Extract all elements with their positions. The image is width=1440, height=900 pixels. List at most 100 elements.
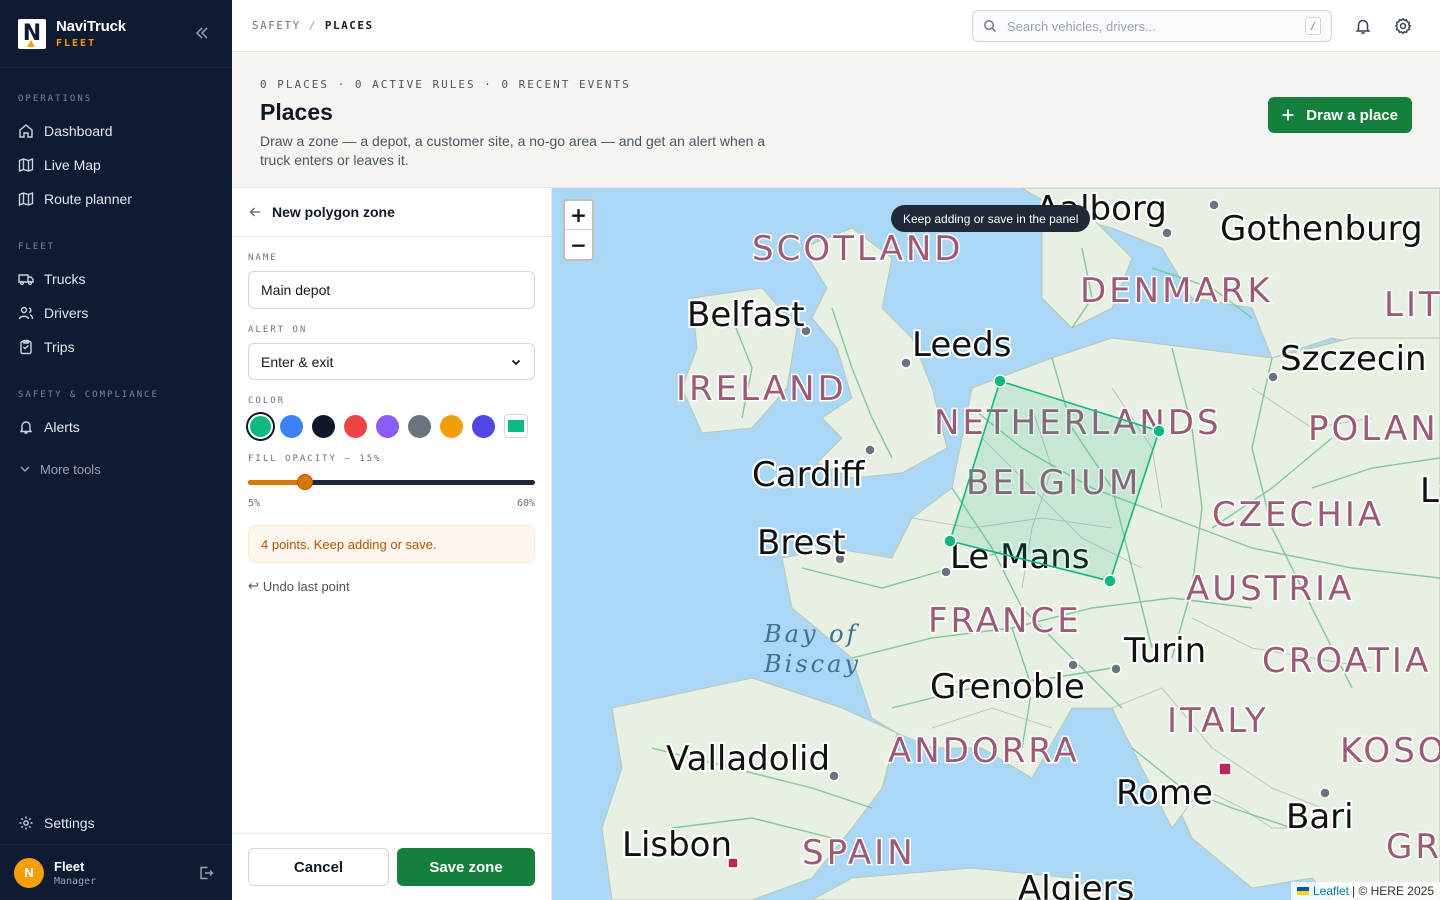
breadcrumb: SAFETY / PLACES	[252, 19, 374, 32]
country-label: DENMARK	[1080, 271, 1273, 311]
color-swatch-3[interactable]	[312, 414, 335, 438]
sidebar-item-drivers[interactable]: Drivers	[0, 296, 232, 330]
slider-handle[interactable]	[297, 474, 314, 490]
polygon-vertex[interactable]	[943, 534, 957, 548]
arrow-left-icon[interactable]	[248, 205, 262, 219]
polygon-vertex[interactable]	[1152, 424, 1166, 438]
search-input[interactable]	[1007, 18, 1305, 34]
country-label: CZECHIA	[1212, 495, 1384, 535]
color-swatch-4[interactable]	[344, 414, 367, 438]
color-swatch-8[interactable]	[472, 414, 495, 438]
save-zone-button[interactable]: Save zone	[397, 848, 535, 886]
gear-icon[interactable]	[1394, 17, 1412, 35]
user-card[interactable]: N Fleet Manager	[0, 844, 232, 900]
city-label: Grenoble	[930, 667, 1085, 707]
city-label: Belfast	[687, 295, 805, 335]
sidebar-item-trucks[interactable]: Trucks	[0, 262, 232, 296]
sidebar-item-trips[interactable]: Trips	[0, 330, 232, 364]
alert-on-value: Enter & exit	[261, 353, 334, 370]
clipboard-icon	[20, 339, 32, 355]
undo-label: Undo last point	[262, 579, 350, 594]
brand-sub: FLEET	[56, 38, 97, 49]
sidebar-item-label: Settings	[44, 815, 95, 831]
map-tooltip: Keep adding or save in the panel	[891, 205, 1091, 232]
undo-icon: ↩	[248, 579, 259, 594]
city-label: Turin	[1123, 631, 1206, 671]
city-label: Bari	[1286, 797, 1354, 837]
panel-footer: Cancel Save zone	[232, 833, 551, 900]
map-canvas[interactable]: SCOTLAND DENMARK LIT IRELAND NETHERLANDS…	[552, 188, 1440, 900]
polygon-vertex[interactable]	[1103, 574, 1117, 588]
zoom-control: + −	[563, 199, 594, 261]
zoom-out-button[interactable]: −	[565, 230, 592, 259]
city-label: Algiers	[1018, 869, 1134, 900]
country-label: IRELAND	[676, 369, 847, 409]
city-label: Gothenburg	[1220, 209, 1423, 249]
color-swatch-6[interactable]	[408, 414, 431, 438]
city-label: Rome	[1116, 773, 1213, 813]
points-notice: 4 points. Keep adding or save.	[248, 525, 535, 563]
country-label: LIT	[1384, 285, 1440, 325]
sidebar-item-alerts[interactable]: Alerts	[0, 410, 232, 444]
more-tools-toggle[interactable]: More tools	[0, 454, 232, 484]
color-swatch-1[interactable]	[250, 415, 271, 437]
sidebar-item-settings[interactable]: Settings	[0, 806, 232, 840]
country-label: AUSTRIA	[1186, 569, 1354, 609]
sidebar-item-label: Trucks	[44, 271, 86, 287]
draw-place-button[interactable]: Draw a place	[1268, 97, 1412, 133]
brand[interactable]: N NaviTruck FLEET	[0, 0, 232, 68]
city-label: Lisbon	[622, 825, 732, 865]
home-icon	[19, 124, 33, 138]
sea-label: Biscay	[763, 650, 861, 678]
nav-section-operations: OPERATIONS	[18, 94, 93, 104]
bell-icon[interactable]	[1354, 17, 1372, 35]
chevron-down-icon	[511, 359, 521, 365]
users-icon	[18, 306, 34, 320]
panel-title: New polygon zone	[272, 204, 395, 220]
cancel-button[interactable]: Cancel	[248, 848, 389, 886]
chevron-down-icon	[20, 466, 30, 473]
polygon-vertex[interactable]	[993, 374, 1007, 388]
avatar: N	[14, 857, 44, 888]
zoom-in-button[interactable]: +	[565, 201, 592, 230]
city-label: Valladolid	[666, 739, 830, 779]
sidebar-item-live-map[interactable]: Live Map	[0, 148, 232, 182]
route-icon	[18, 191, 34, 207]
leaflet-link[interactable]: Leaflet	[1313, 884, 1349, 898]
logout-icon[interactable]	[198, 865, 214, 881]
country-label: SCOTLAND	[752, 229, 963, 269]
opacity-min-label: 5%	[248, 498, 261, 509]
gear-icon	[19, 816, 33, 830]
name-label: NAME	[248, 253, 278, 263]
breadcrumb-separator: /	[308, 19, 317, 32]
nav-section-safety: SAFETY & COMPLIANCE	[18, 390, 159, 400]
undo-last-point-button[interactable]: ↩ Undo last point	[248, 579, 535, 594]
sidebar-item-route-planner[interactable]: Route planner	[0, 182, 232, 216]
fill-opacity-slider[interactable]	[248, 472, 535, 492]
zone-editor-panel: New polygon zone NAME ALERT ON Enter & e…	[232, 188, 552, 900]
country-label: ANDORRA	[888, 731, 1080, 771]
bell-icon	[19, 421, 33, 434]
sea-label: Bay of	[763, 620, 860, 648]
country-label: SPAIN	[802, 833, 916, 873]
alert-on-select[interactable]: Enter & exit	[248, 343, 535, 380]
search-icon	[984, 20, 996, 32]
sidebar-item-label: Trips	[44, 339, 75, 355]
draw-place-label: Draw a place	[1306, 106, 1398, 124]
search-box[interactable]: /	[972, 10, 1332, 42]
city-label: L’v	[1420, 471, 1440, 511]
user-name: Fleet	[54, 858, 85, 874]
sidebar-item-dashboard[interactable]: Dashboard	[0, 114, 232, 148]
plus-icon	[1282, 109, 1294, 121]
color-swatch-5[interactable]	[376, 414, 399, 438]
custom-color-picker[interactable]	[504, 414, 528, 438]
breadcrumb-current: PLACES	[324, 19, 374, 32]
opacity-max-label: 60%	[516, 498, 535, 509]
breadcrumb-parent[interactable]: SAFETY	[252, 19, 301, 32]
collapse-sidebar-icon[interactable]	[194, 25, 210, 41]
color-label: COLOR	[248, 396, 286, 406]
map-attribution: Leaflet | © HERE 2025	[1290, 882, 1440, 900]
zone-name-input[interactable]	[248, 271, 535, 309]
color-swatch-7[interactable]	[440, 414, 463, 438]
color-swatch-2[interactable]	[280, 414, 303, 438]
